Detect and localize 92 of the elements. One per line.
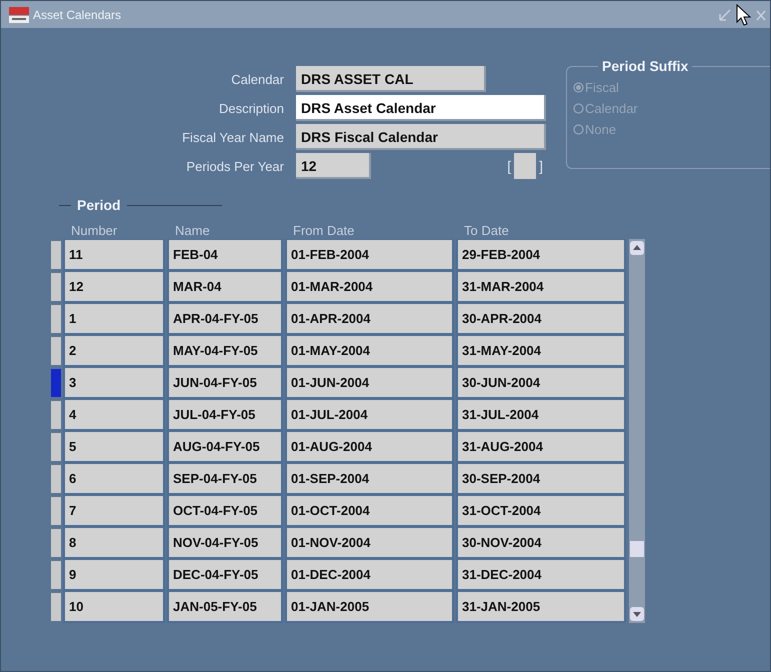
radio-label: None bbox=[585, 122, 616, 137]
table-cell[interactable]: 30-JUN-2004 bbox=[456, 367, 626, 399]
scroll-up-icon[interactable] bbox=[630, 241, 644, 255]
table-cell[interactable]: 01-JUL-2004 bbox=[285, 399, 454, 431]
table-cell[interactable]: 31-JUL-2004 bbox=[456, 399, 626, 431]
table-cell[interactable]: 3 bbox=[63, 367, 165, 399]
bracket-mark: [ bbox=[506, 158, 512, 174]
table-cell[interactable]: 30-SEP-2004 bbox=[456, 463, 626, 495]
radio-label: Fiscal bbox=[585, 80, 619, 95]
column-header: To Date bbox=[463, 223, 510, 239]
radio-button[interactable] bbox=[573, 124, 584, 135]
table-cell[interactable]: 01-OCT-2004 bbox=[285, 495, 454, 527]
table-cell[interactable]: 30-NOV-2004 bbox=[456, 527, 626, 559]
row-indicator[interactable] bbox=[51, 401, 61, 429]
row-indicator[interactable] bbox=[51, 497, 61, 525]
row-indicator[interactable] bbox=[51, 593, 61, 621]
table-cell[interactable]: 31-DEC-2004 bbox=[456, 559, 626, 591]
table-cell[interactable]: 8 bbox=[63, 527, 165, 559]
table-cell[interactable]: 01-SEP-2004 bbox=[285, 463, 454, 495]
table-cell[interactable]: 10 bbox=[63, 591, 165, 623]
table-cell[interactable]: 31-MAR-2004 bbox=[456, 271, 626, 303]
row-indicator[interactable] bbox=[51, 369, 61, 397]
field-label: Calendar bbox=[230, 72, 284, 86]
table-cell[interactable]: DEC-04-FY-05 bbox=[167, 559, 283, 591]
table-cell[interactable]: 31-AUG-2004 bbox=[456, 431, 626, 463]
window-title: Asset Calendars bbox=[33, 8, 122, 22]
text-field[interactable]: DRS Asset Calendar bbox=[296, 95, 546, 121]
table-cell[interactable]: FEB-04 bbox=[167, 239, 283, 271]
table-cell[interactable]: 01-JAN-2005 bbox=[285, 591, 454, 623]
field-label: Description bbox=[218, 100, 284, 116]
section-title: Period bbox=[77, 197, 121, 213]
table-cell[interactable]: 11 bbox=[63, 239, 165, 271]
table-cell[interactable]: 01-FEB-2004 bbox=[285, 239, 454, 271]
table-cell[interactable]: 1 bbox=[63, 303, 165, 335]
row-indicator[interactable] bbox=[51, 241, 61, 269]
table-cell[interactable]: MAR-04 bbox=[167, 271, 283, 303]
row-indicator[interactable] bbox=[51, 337, 61, 365]
bracket-field[interactable] bbox=[514, 153, 536, 179]
table-cell[interactable]: 31-MAY-2004 bbox=[456, 335, 626, 367]
table-cell[interactable]: 01-AUG-2004 bbox=[285, 431, 454, 463]
close-icon[interactable] bbox=[756, 8, 766, 20]
scrollbar[interactable] bbox=[629, 239, 645, 623]
table-cell[interactable]: 5 bbox=[63, 431, 165, 463]
radio-button[interactable] bbox=[573, 82, 584, 93]
table-cell[interactable]: 9 bbox=[63, 559, 165, 591]
pointer-icon bbox=[736, 4, 752, 26]
table-cell[interactable]: OCT-04-FY-05 bbox=[167, 495, 283, 527]
table-cell[interactable]: 6 bbox=[63, 463, 165, 495]
app-icon bbox=[9, 6, 29, 22]
table-cell[interactable]: 01-MAY-2004 bbox=[285, 335, 454, 367]
table-cell[interactable]: 2 bbox=[63, 335, 165, 367]
text-field[interactable]: 12 bbox=[296, 153, 371, 179]
row-indicator[interactable] bbox=[51, 529, 61, 557]
column-header: Name bbox=[174, 223, 211, 239]
table-cell[interactable]: 01-MAR-2004 bbox=[285, 271, 454, 303]
row-indicator[interactable] bbox=[51, 561, 61, 589]
table-cell[interactable]: APR-04-FY-05 bbox=[167, 303, 283, 335]
scroll-down-icon[interactable] bbox=[630, 607, 644, 621]
scroll-thumb[interactable] bbox=[630, 541, 644, 557]
table-cell[interactable]: 12 bbox=[63, 271, 165, 303]
table-cell[interactable]: 01-APR-2004 bbox=[285, 303, 454, 335]
table-cell[interactable]: 7 bbox=[63, 495, 165, 527]
row-indicator[interactable] bbox=[51, 465, 61, 493]
table-cell[interactable]: JUL-04-FY-05 bbox=[167, 399, 283, 431]
table-cell[interactable]: SEP-04-FY-05 bbox=[167, 463, 283, 495]
radio-label: Calendar bbox=[585, 101, 638, 116]
text-field[interactable]: DRS ASSET CAL bbox=[296, 66, 486, 92]
radio-button[interactable] bbox=[573, 103, 584, 114]
table-cell[interactable]: 31-OCT-2004 bbox=[456, 495, 626, 527]
row-indicator[interactable] bbox=[51, 305, 61, 333]
table-cell[interactable]: AUG-04-FY-05 bbox=[167, 431, 283, 463]
table-cell[interactable]: MAY-04-FY-05 bbox=[167, 335, 283, 367]
column-header: Number bbox=[70, 223, 118, 239]
table-cell[interactable]: 31-JAN-2005 bbox=[456, 591, 626, 623]
group-title: Period Suffix bbox=[598, 58, 692, 74]
table-cell[interactable]: 01-JUN-2004 bbox=[285, 367, 454, 399]
table-cell[interactable]: JAN-05-FY-05 bbox=[167, 591, 283, 623]
text-field[interactable]: DRS Fiscal Calendar bbox=[296, 124, 546, 150]
table-cell[interactable]: JUN-04-FY-05 bbox=[167, 367, 283, 399]
row-indicator[interactable] bbox=[51, 433, 61, 461]
column-header: From Date bbox=[292, 223, 356, 239]
minimize-icon[interactable] bbox=[718, 8, 732, 22]
row-indicator[interactable] bbox=[51, 273, 61, 301]
bracket-mark: ] bbox=[538, 158, 544, 174]
table-cell[interactable]: 30-APR-2004 bbox=[456, 303, 626, 335]
table-cell[interactable]: 01-DEC-2004 bbox=[285, 559, 454, 591]
field-label: Fiscal Year Name bbox=[181, 130, 284, 144]
table-cell[interactable]: 29-FEB-2004 bbox=[456, 239, 626, 271]
table-cell[interactable]: NOV-04-FY-05 bbox=[167, 527, 283, 559]
field-label: Periods Per Year bbox=[185, 158, 284, 174]
table-cell[interactable]: 01-NOV-2004 bbox=[285, 527, 454, 559]
table-cell[interactable]: 4 bbox=[63, 399, 165, 431]
